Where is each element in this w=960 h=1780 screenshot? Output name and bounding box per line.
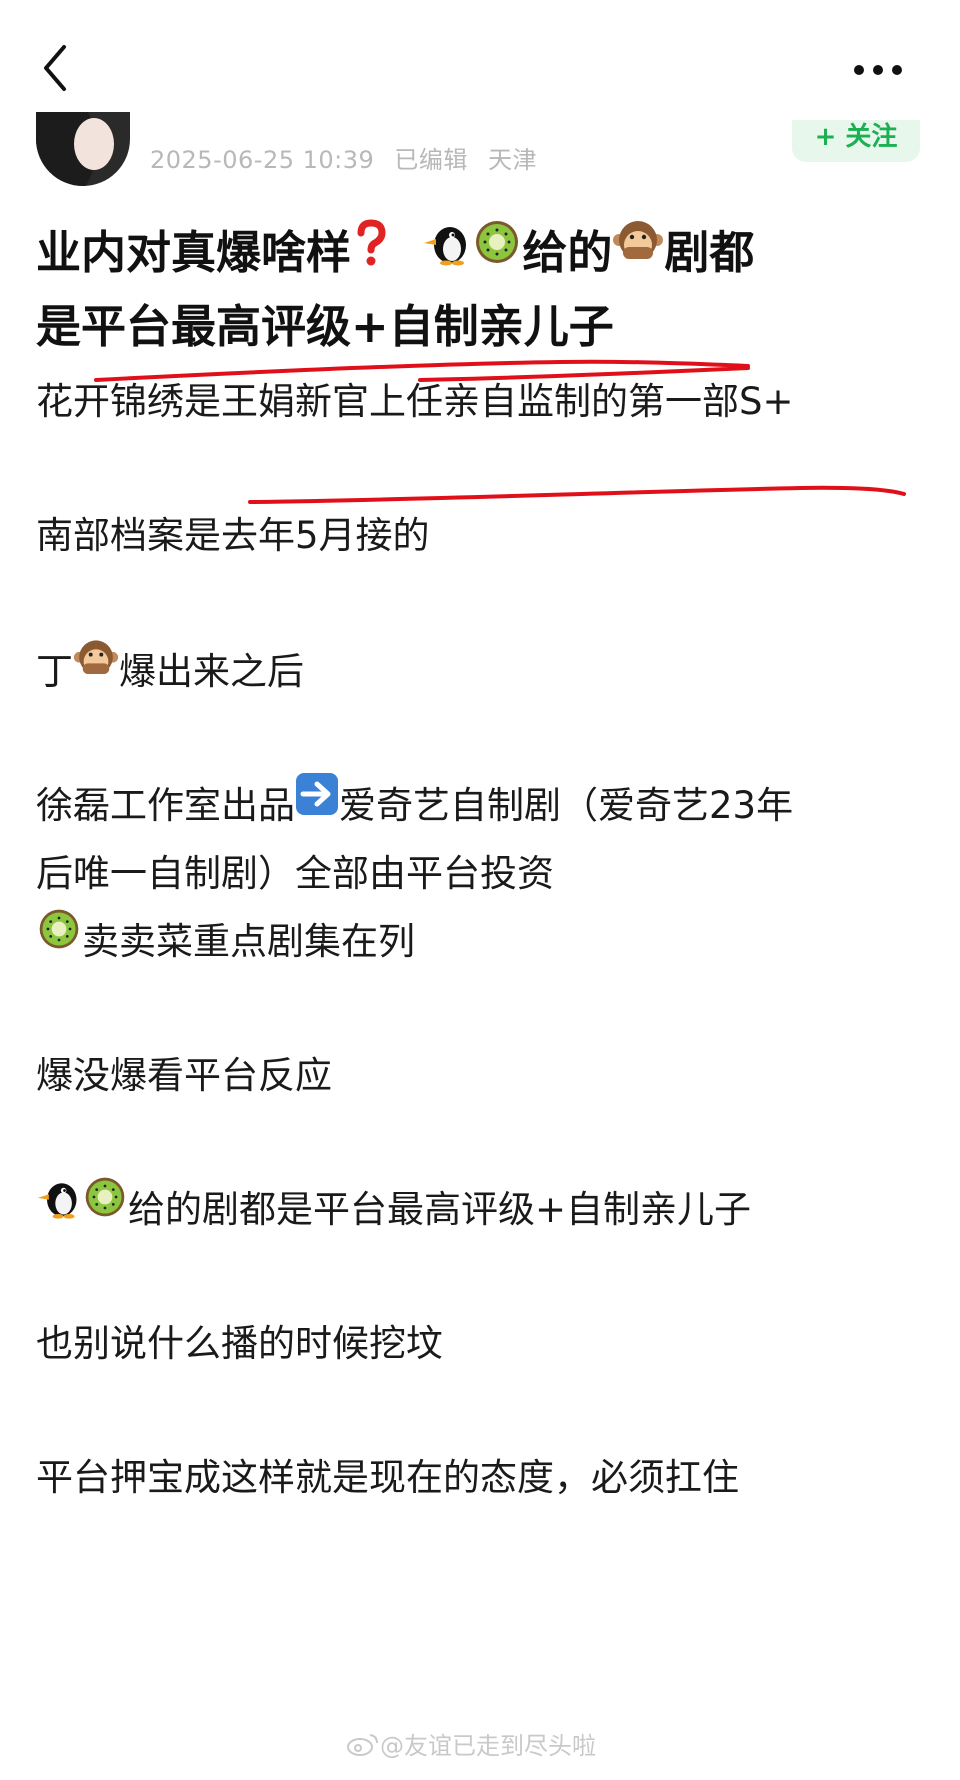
- see-no-evil-monkey-icon: [73, 632, 119, 707]
- paragraph-1: 花开锦绣是王娟新官上任亲自监制的第一部S+: [36, 380, 794, 423]
- weibo-watermark: @友谊已走到尽头啦: [346, 1726, 596, 1761]
- kiwi-icon: [472, 217, 522, 287]
- more-options-button[interactable]: [848, 50, 908, 90]
- chevron-left-icon: [44, 45, 66, 91]
- kiwi-icon: [36, 902, 82, 977]
- more-dots-icon: [854, 65, 902, 75]
- title-line-2: 是平台最高评级+自制亲儿子: [36, 300, 614, 353]
- paragraph-8: 也别说什么播的时候挖坟: [36, 1322, 443, 1365]
- post-timestamp: 2025-06-25 10:39: [150, 146, 375, 174]
- post-title: 业内对真爆啥样 给的 剧都 是平台最高评级+自制亲儿子: [36, 218, 916, 362]
- see-no-evil-monkey-icon: [612, 216, 664, 288]
- red-question-icon: [351, 217, 391, 287]
- paragraph-3-end: 爆出来之后: [119, 650, 304, 693]
- kiwi-icon: [82, 1170, 128, 1245]
- avatar[interactable]: [36, 112, 130, 186]
- paragraph-4-start: 徐磊工作室出品: [36, 784, 295, 827]
- post-meta: 2025-06-25 10:39 已编辑 天津: [150, 140, 549, 175]
- paragraph-4-line-2: 后唯一自制剧）全部由平台投资: [36, 852, 554, 895]
- edited-label: 已编辑: [394, 146, 468, 174]
- paragraph-6: 爆没爆看平台反应: [36, 1054, 332, 1097]
- paragraph-3-start: 丁: [36, 650, 73, 693]
- penguin-icon: [36, 1170, 82, 1245]
- paragraph-3: 丁 爆出来之后: [36, 634, 926, 711]
- top-navigation-bar: [0, 0, 960, 120]
- watermark-text: @友谊已走到尽头啦: [380, 1732, 596, 1760]
- follow-label: + 关注: [814, 122, 898, 152]
- paragraph-4-line-1: 徐磊工作室出品 爱奇艺自制剧（爱奇艺23年: [36, 768, 926, 845]
- paragraph-2: 南部档案是去年5月接的: [36, 514, 430, 557]
- paragraph-5-text: 卖卖菜重点剧集在列: [82, 920, 415, 963]
- title-part-1: 业内对真爆啥样: [36, 226, 352, 279]
- paragraph-4-middle: 爱奇艺自制剧（爱奇艺23年: [339, 784, 794, 827]
- paragraph-7: 给的剧都是平台最高评级+自制亲儿子: [36, 1172, 926, 1249]
- right-arrow-icon: [295, 766, 339, 841]
- back-button[interactable]: [30, 38, 80, 98]
- avatar-face: [74, 118, 114, 170]
- author-meta-row: 2025-06-25 10:39 已编辑 天津 + 关注: [0, 112, 960, 190]
- paragraph-9: 平台押宝成这样就是现在的态度，必须扛住: [36, 1456, 739, 1499]
- penguin-icon: [422, 217, 472, 287]
- paragraph-5: 卖卖菜重点剧集在列: [36, 904, 926, 981]
- follow-button[interactable]: + 关注: [792, 120, 920, 162]
- title-part-2: 给的: [522, 226, 613, 279]
- weibo-logo-icon: [347, 1733, 378, 1756]
- post-location: 天津: [488, 146, 538, 174]
- title-part-3: 剧都: [664, 226, 755, 279]
- paragraph-7-text: 给的剧都是平台最高评级+自制亲儿子: [128, 1188, 752, 1231]
